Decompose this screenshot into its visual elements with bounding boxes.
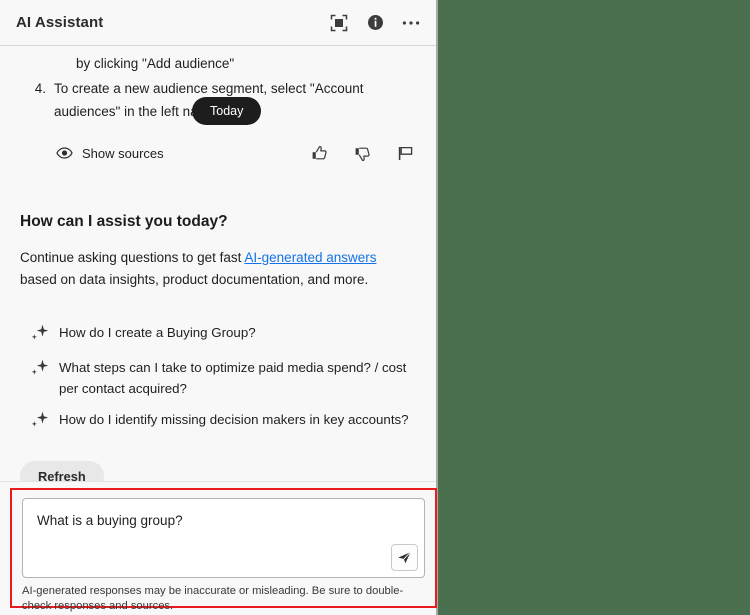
suggested-prompts-list: How do I create a Buying Group? What ste…: [0, 317, 436, 439]
page-title: AI Assistant: [16, 14, 104, 31]
suggested-prompt-2[interactable]: What steps can I take to optimize paid m…: [22, 352, 414, 404]
ai-assistant-panel: AI Assistant Today by clicking "Add audi…: [0, 0, 438, 615]
more-options-icon[interactable]: [400, 12, 422, 34]
sparkle-icon: [30, 410, 49, 434]
greeting-body-part1: Continue asking questions to get fast: [20, 250, 245, 265]
send-button[interactable]: [391, 544, 418, 571]
eye-icon: [56, 147, 73, 159]
ai-generated-answers-link[interactable]: AI-generated answers: [244, 250, 376, 265]
greeting-body-part2: based on data insights, product document…: [20, 272, 369, 287]
greeting-title: How can I assist you today?: [20, 213, 228, 230]
refresh-button[interactable]: Refresh: [20, 461, 104, 481]
conversation-area: Today by clicking "Add audience" 4. To c…: [0, 46, 436, 482]
greeting-block: How can I assist you today? Continue ask…: [0, 165, 436, 291]
composer-highlight-box: What is a buying group? AI-generated res…: [10, 488, 437, 612]
refresh-row: Refresh: [0, 439, 436, 481]
answer-actions-row: Show sources: [0, 141, 436, 165]
suggested-prompt-3[interactable]: How do I identify missing decision maker…: [22, 404, 414, 439]
suggested-prompt-label: How do I identify missing decision maker…: [59, 412, 409, 427]
suggested-prompt-label: What steps can I take to optimize paid m…: [59, 360, 407, 396]
fullscreen-icon[interactable]: [328, 12, 350, 34]
message-input[interactable]: What is a buying group?: [37, 511, 382, 531]
show-sources-button[interactable]: Show sources: [56, 146, 164, 161]
feedback-icons: [311, 145, 414, 162]
greeting-body: Continue asking questions to get fast AI…: [20, 247, 410, 291]
report-flag-icon[interactable]: [397, 145, 414, 162]
show-sources-label: Show sources: [82, 145, 164, 161]
suggested-prompt-1[interactable]: How do I create a Buying Group?: [22, 317, 414, 352]
suggested-prompt-label: How do I create a Buying Group?: [59, 325, 256, 340]
message-input-container[interactable]: What is a buying group?: [22, 498, 425, 578]
answer-continuation-line: by clicking "Add audience": [76, 56, 235, 71]
sparkle-icon: [30, 358, 49, 382]
list-item-number: 4.: [34, 81, 46, 96]
send-icon: [397, 550, 412, 565]
thumbs-up-icon[interactable]: [311, 145, 328, 162]
thumbs-down-icon[interactable]: [354, 145, 371, 162]
info-icon[interactable]: [364, 12, 386, 34]
sparkle-icon: [30, 323, 49, 347]
ai-disclaimer-text: AI-generated responses may be inaccurate…: [22, 585, 404, 612]
panel-header: AI Assistant: [0, 0, 436, 46]
date-divider-badge: Today: [192, 97, 262, 125]
header-actions: [328, 12, 422, 34]
